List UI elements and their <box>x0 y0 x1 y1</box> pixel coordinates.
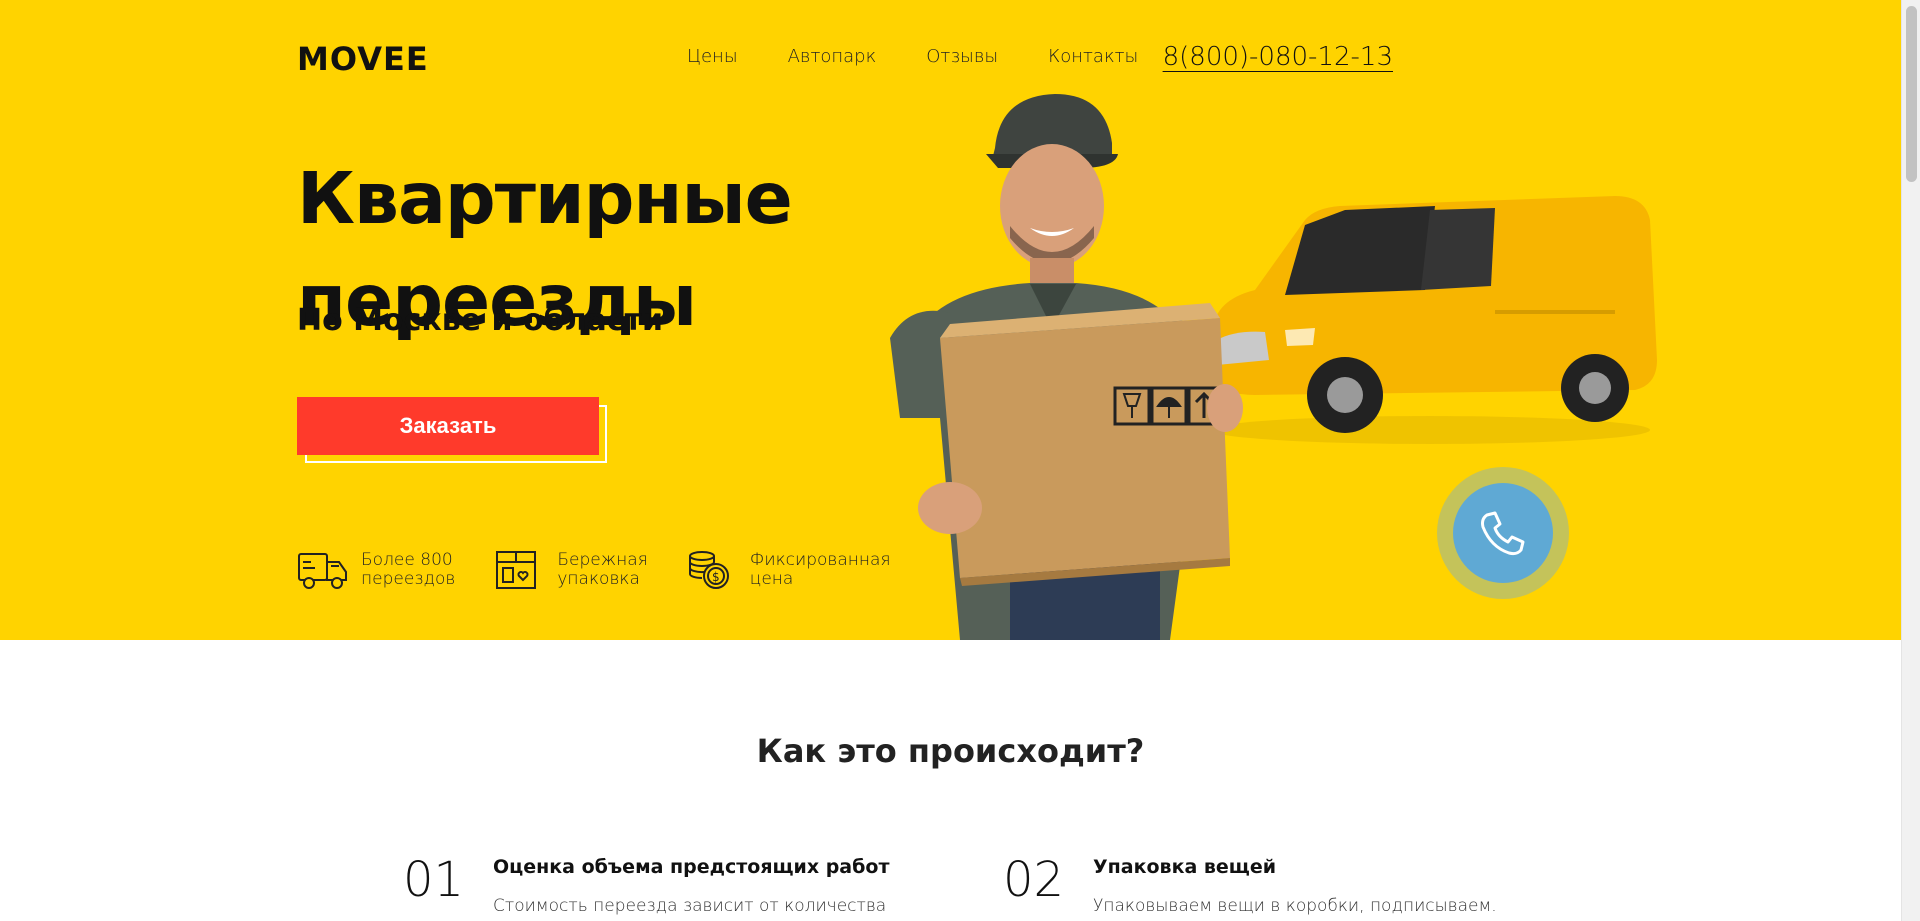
feature-moves-line1: Более 800 <box>361 550 453 570</box>
truck-icon <box>298 553 347 589</box>
step-number: 01 <box>403 852 465 908</box>
nav-item-reviews[interactable]: Отзывы <box>926 46 998 67</box>
scrollbar-thumb[interactable] <box>1906 6 1917 182</box>
mover-image <box>890 94 1243 640</box>
feature-packing-line2: упаковка <box>557 569 640 589</box>
step-description: Стоимость переезда зависит от количества <box>493 896 887 916</box>
nav-item-fleet[interactable]: Автопарк <box>788 46 877 67</box>
step-description: Упаковываем вещи в коробки, подписываем. <box>1093 896 1497 916</box>
main-nav: Цены Автопарк Отзывы Контакты <box>687 46 1138 67</box>
logo[interactable]: MOVEE <box>297 40 429 78</box>
hero-title-line1: Квартирные <box>297 157 793 240</box>
feature-price: $ Фиксированная цена <box>686 548 891 592</box>
step-title: Упаковка вещей <box>1093 856 1277 878</box>
step-1: 01 Оценка объема предстоящих работ Стоим… <box>403 852 903 921</box>
hero-section: MOVEE Цены Автопарк Отзывы Контакты 8(80… <box>0 0 1901 640</box>
coins-icon: $ <box>688 551 729 589</box>
feature-moves: Более 800 переездов <box>297 548 455 592</box>
feature-moves-line2: переездов <box>361 569 456 589</box>
phone-icon <box>1481 511 1525 556</box>
feature-list: Более 800 переездов Бережная упаковка $ … <box>297 548 929 592</box>
order-button[interactable]: Заказать <box>297 397 599 455</box>
step-2: 02 Упаковка вещей Упаковываем вещи в кор… <box>1003 852 1523 921</box>
how-it-works-title: Как это происходит? <box>756 732 1145 770</box>
svg-text:$: $ <box>712 570 720 584</box>
header-phone-link[interactable]: 8(800)-080-12-13 <box>1163 42 1393 72</box>
nav-item-prices[interactable]: Цены <box>687 46 738 67</box>
feature-packing: Бережная упаковка <box>493 548 648 592</box>
callback-button-inner[interactable] <box>1453 483 1553 583</box>
page-scrollbar[interactable] <box>1901 0 1920 921</box>
feature-packing-line1: Бережная <box>557 550 648 570</box>
feature-price-line2: цена <box>749 569 794 589</box>
nav-item-contacts[interactable]: Контакты <box>1048 46 1138 67</box>
step-number: 02 <box>1003 852 1065 908</box>
box-icon <box>496 551 537 589</box>
order-button-wrap: Заказать <box>297 397 609 467</box>
callback-button[interactable] <box>1437 467 1569 599</box>
hero-subtitle: По Москве и области <box>297 303 663 338</box>
step-title: Оценка объема предстоящих работ <box>493 856 890 878</box>
feature-price-line1: Фиксированная <box>749 550 891 570</box>
van-image <box>1210 196 1657 444</box>
